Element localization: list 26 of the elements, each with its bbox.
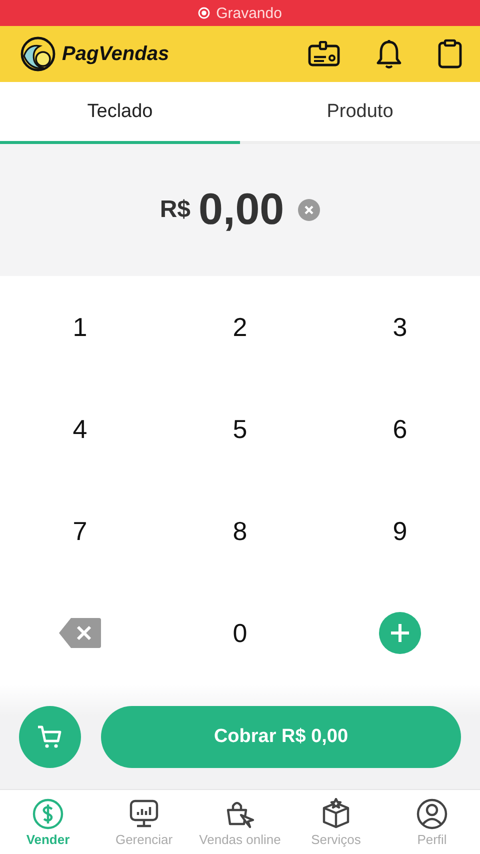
id-card-icon[interactable] <box>308 41 340 67</box>
digit-key[interactable]: 7 <box>60 512 100 550</box>
profile-icon <box>416 798 448 830</box>
clear-icon[interactable] <box>298 199 320 221</box>
digit-key[interactable]: 6 <box>380 410 420 448</box>
digit-key[interactable]: 0 <box>220 614 260 652</box>
dollar-icon <box>32 798 64 830</box>
monitor-chart-icon <box>128 798 160 830</box>
digit-key[interactable]: 5 <box>220 410 260 448</box>
digit-key[interactable]: 1 <box>60 308 100 346</box>
digit-key[interactable]: 8 <box>220 512 260 550</box>
digit-key[interactable]: 9 <box>380 512 420 550</box>
clipboard-icon[interactable] <box>438 39 462 69</box>
digit-key[interactable]: 3 <box>380 308 420 346</box>
record-icon <box>198 7 210 19</box>
brand-name: PagVendas <box>62 42 170 66</box>
recording-label: Gravando <box>216 4 282 22</box>
amount-value: 0,00 <box>198 185 284 235</box>
digit-key[interactable]: 4 <box>60 410 100 448</box>
currency-symbol: R$ <box>160 196 191 224</box>
backspace-icon[interactable] <box>59 618 101 648</box>
logo-icon <box>20 36 56 72</box>
box-star-icon <box>320 798 352 830</box>
notification-bell-icon[interactable] <box>376 39 402 69</box>
digit-key[interactable]: 2 <box>220 308 260 346</box>
add-icon[interactable] <box>379 612 421 654</box>
